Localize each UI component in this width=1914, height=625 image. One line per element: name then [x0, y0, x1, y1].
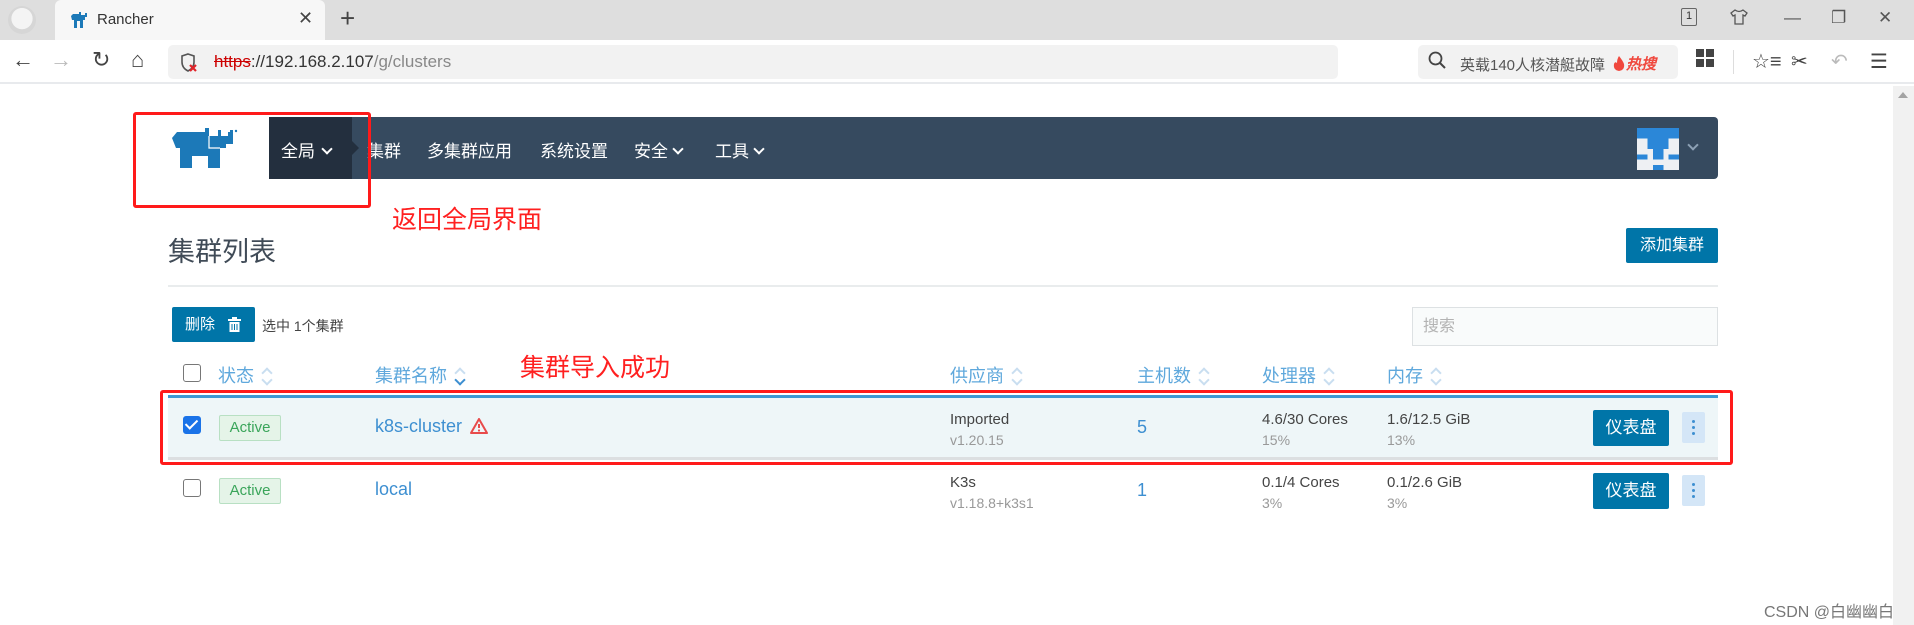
page-title: 集群列表 [168, 237, 276, 267]
cpu-header-label: 处理器 [1262, 366, 1316, 386]
name-header-label: 集群名称 [375, 366, 447, 386]
nav-item-clusters[interactable]: 集群 [367, 137, 401, 162]
cpu-usage: 0.1/4 Cores [1262, 474, 1340, 491]
column-header-memory[interactable]: 内存 [1387, 362, 1441, 388]
sort-icon [262, 369, 272, 385]
memory-header-label: 内存 [1387, 366, 1423, 386]
column-header-cpu[interactable]: 处理器 [1262, 362, 1334, 388]
annotation-box-global [133, 112, 371, 208]
back-icon[interactable]: ← [12, 49, 34, 71]
select-all-checkbox[interactable] [183, 364, 201, 382]
chevron-down-icon [672, 143, 684, 155]
close-window-icon[interactable]: ✕ [1878, 8, 1892, 28]
dashboard-button[interactable]: 仪表盘 [1593, 473, 1669, 509]
tab-count-icon[interactable]: 1 [1681, 8, 1697, 26]
column-header-nodes[interactable]: 主机数 [1137, 362, 1209, 388]
hot-search-label[interactable]: 热搜 [1613, 53, 1656, 74]
trash-icon [228, 317, 241, 332]
restore-icon[interactable]: ❐ [1831, 8, 1846, 28]
url-text[interactable]: https://192.168.2.107/g/clusters [214, 52, 451, 72]
fire-icon [1613, 56, 1625, 71]
row-checkbox[interactable] [183, 479, 201, 497]
skin-icon[interactable] [1730, 8, 1748, 31]
state-header-label: 状态 [218, 366, 254, 386]
hot-label-text: 热搜 [1626, 56, 1657, 73]
cpu-percent: 3% [1262, 495, 1283, 511]
memory-usage: 0.1/2.6 GiB [1387, 474, 1463, 491]
search-icon [1428, 51, 1446, 69]
star-list-icon[interactable]: ☆≡ [1752, 49, 1782, 74]
browser-tab[interactable]: Rancher ✕ [55, 0, 325, 40]
profile-icon[interactable] [8, 6, 36, 34]
nav-item-settings[interactable]: 系统设置 [540, 137, 608, 162]
toolbar-divider [1733, 50, 1734, 74]
node-count-link[interactable]: 1 [1137, 480, 1147, 501]
identicon-icon [1637, 128, 1679, 170]
nav-item-tools[interactable]: 工具 [715, 137, 765, 162]
header-divider [168, 285, 1718, 287]
delete-label: 删除 [185, 316, 216, 333]
column-header-provider[interactable]: 供应商 [950, 362, 1022, 388]
home-icon[interactable]: ⌂ [131, 49, 144, 71]
scroll-up-arrow-icon[interactable] [1898, 92, 1908, 98]
nav-item-security[interactable]: 安全 [634, 137, 684, 162]
sort-icon [1199, 369, 1209, 385]
browser-tab-bar: Rancher ✕ + 1 — ❐ ✕ [0, 0, 1914, 40]
main-navbar: 全局 集群 多集群应用 系统设置 安全 工具 [269, 117, 1718, 179]
column-header-name[interactable]: 集群名称 [375, 362, 465, 388]
grid-icon[interactable] [1696, 49, 1714, 73]
nav-security-label: 安全 [634, 142, 668, 161]
delete-button[interactable]: 删除 [172, 307, 255, 342]
user-avatar[interactable] [1637, 128, 1679, 170]
sort-desc-icon [455, 369, 465, 385]
column-header-state[interactable]: 状态 [218, 362, 272, 388]
shield-warning-icon[interactable] [180, 53, 198, 73]
row-actions-kebab-icon[interactable] [1682, 475, 1705, 506]
scissors-icon[interactable]: ✂ [1791, 49, 1808, 74]
forward-icon[interactable]: → [50, 49, 72, 71]
url-path: /g/clusters [373, 52, 452, 71]
hamburger-icon[interactable]: ☰ [1870, 49, 1888, 74]
undo-icon[interactable]: ↶ [1831, 49, 1848, 74]
page-scrollbar[interactable] [1893, 86, 1914, 625]
kebab-dot [1692, 489, 1695, 492]
browser-toolbar: ← → ↻ ⌂ https://192.168.2.107/g/clusters… [0, 40, 1914, 84]
url-host: ://192.168.2.107 [250, 52, 374, 71]
provider-name: K3s [950, 474, 976, 491]
annotation-box-imported-row [160, 390, 1733, 465]
kebab-dot [1692, 495, 1695, 498]
table-row[interactable]: Active local K3s v1.18.8+k3s1 1 0.1/4 Co… [168, 462, 1718, 518]
nav-tools-label: 工具 [715, 142, 749, 161]
cluster-search-input[interactable] [1412, 307, 1718, 346]
annotation-import-note: 集群导入成功 [520, 354, 671, 382]
nav-item-multi-cluster-apps[interactable]: 多集群应用 [427, 137, 512, 162]
url-protocol: https [214, 52, 251, 71]
memory-percent: 3% [1387, 495, 1408, 511]
nodes-header-label: 主机数 [1137, 366, 1191, 386]
sort-icon [1324, 369, 1334, 385]
selection-count: 选中 1个集群 [262, 318, 344, 334]
add-cluster-button[interactable]: 添加集群 [1626, 228, 1718, 263]
tab-title: Rancher [97, 11, 154, 28]
cluster-name-link[interactable]: local [375, 479, 412, 500]
close-tab-icon[interactable]: ✕ [298, 8, 313, 29]
browser-search-text: 英载140人核潜艇故障 [1460, 57, 1605, 74]
provider-header-label: 供应商 [950, 366, 1004, 386]
minimize-icon[interactable]: — [1784, 8, 1801, 28]
reload-icon[interactable]: ↻ [92, 49, 110, 71]
provider-version: v1.18.8+k3s1 [950, 495, 1034, 511]
chevron-down-icon [753, 143, 765, 155]
rancher-favicon-icon [71, 12, 87, 28]
status-badge: Active [219, 478, 281, 504]
watermark: CSDN @白幽幽白 [1764, 604, 1895, 621]
sort-icon [1431, 369, 1441, 385]
address-bar[interactable]: https://192.168.2.107/g/clusters ☆ ··· [168, 45, 1562, 79]
browser-search-box[interactable]: 英载140人核潜艇故障 热搜 [1418, 45, 1678, 79]
annotation-global-note: 返回全局界面 [392, 206, 543, 234]
kebab-dot [1692, 483, 1695, 486]
chevron-down-icon[interactable] [1687, 139, 1699, 151]
sort-icon [1012, 369, 1022, 385]
new-tab-button[interactable]: + [340, 3, 355, 34]
